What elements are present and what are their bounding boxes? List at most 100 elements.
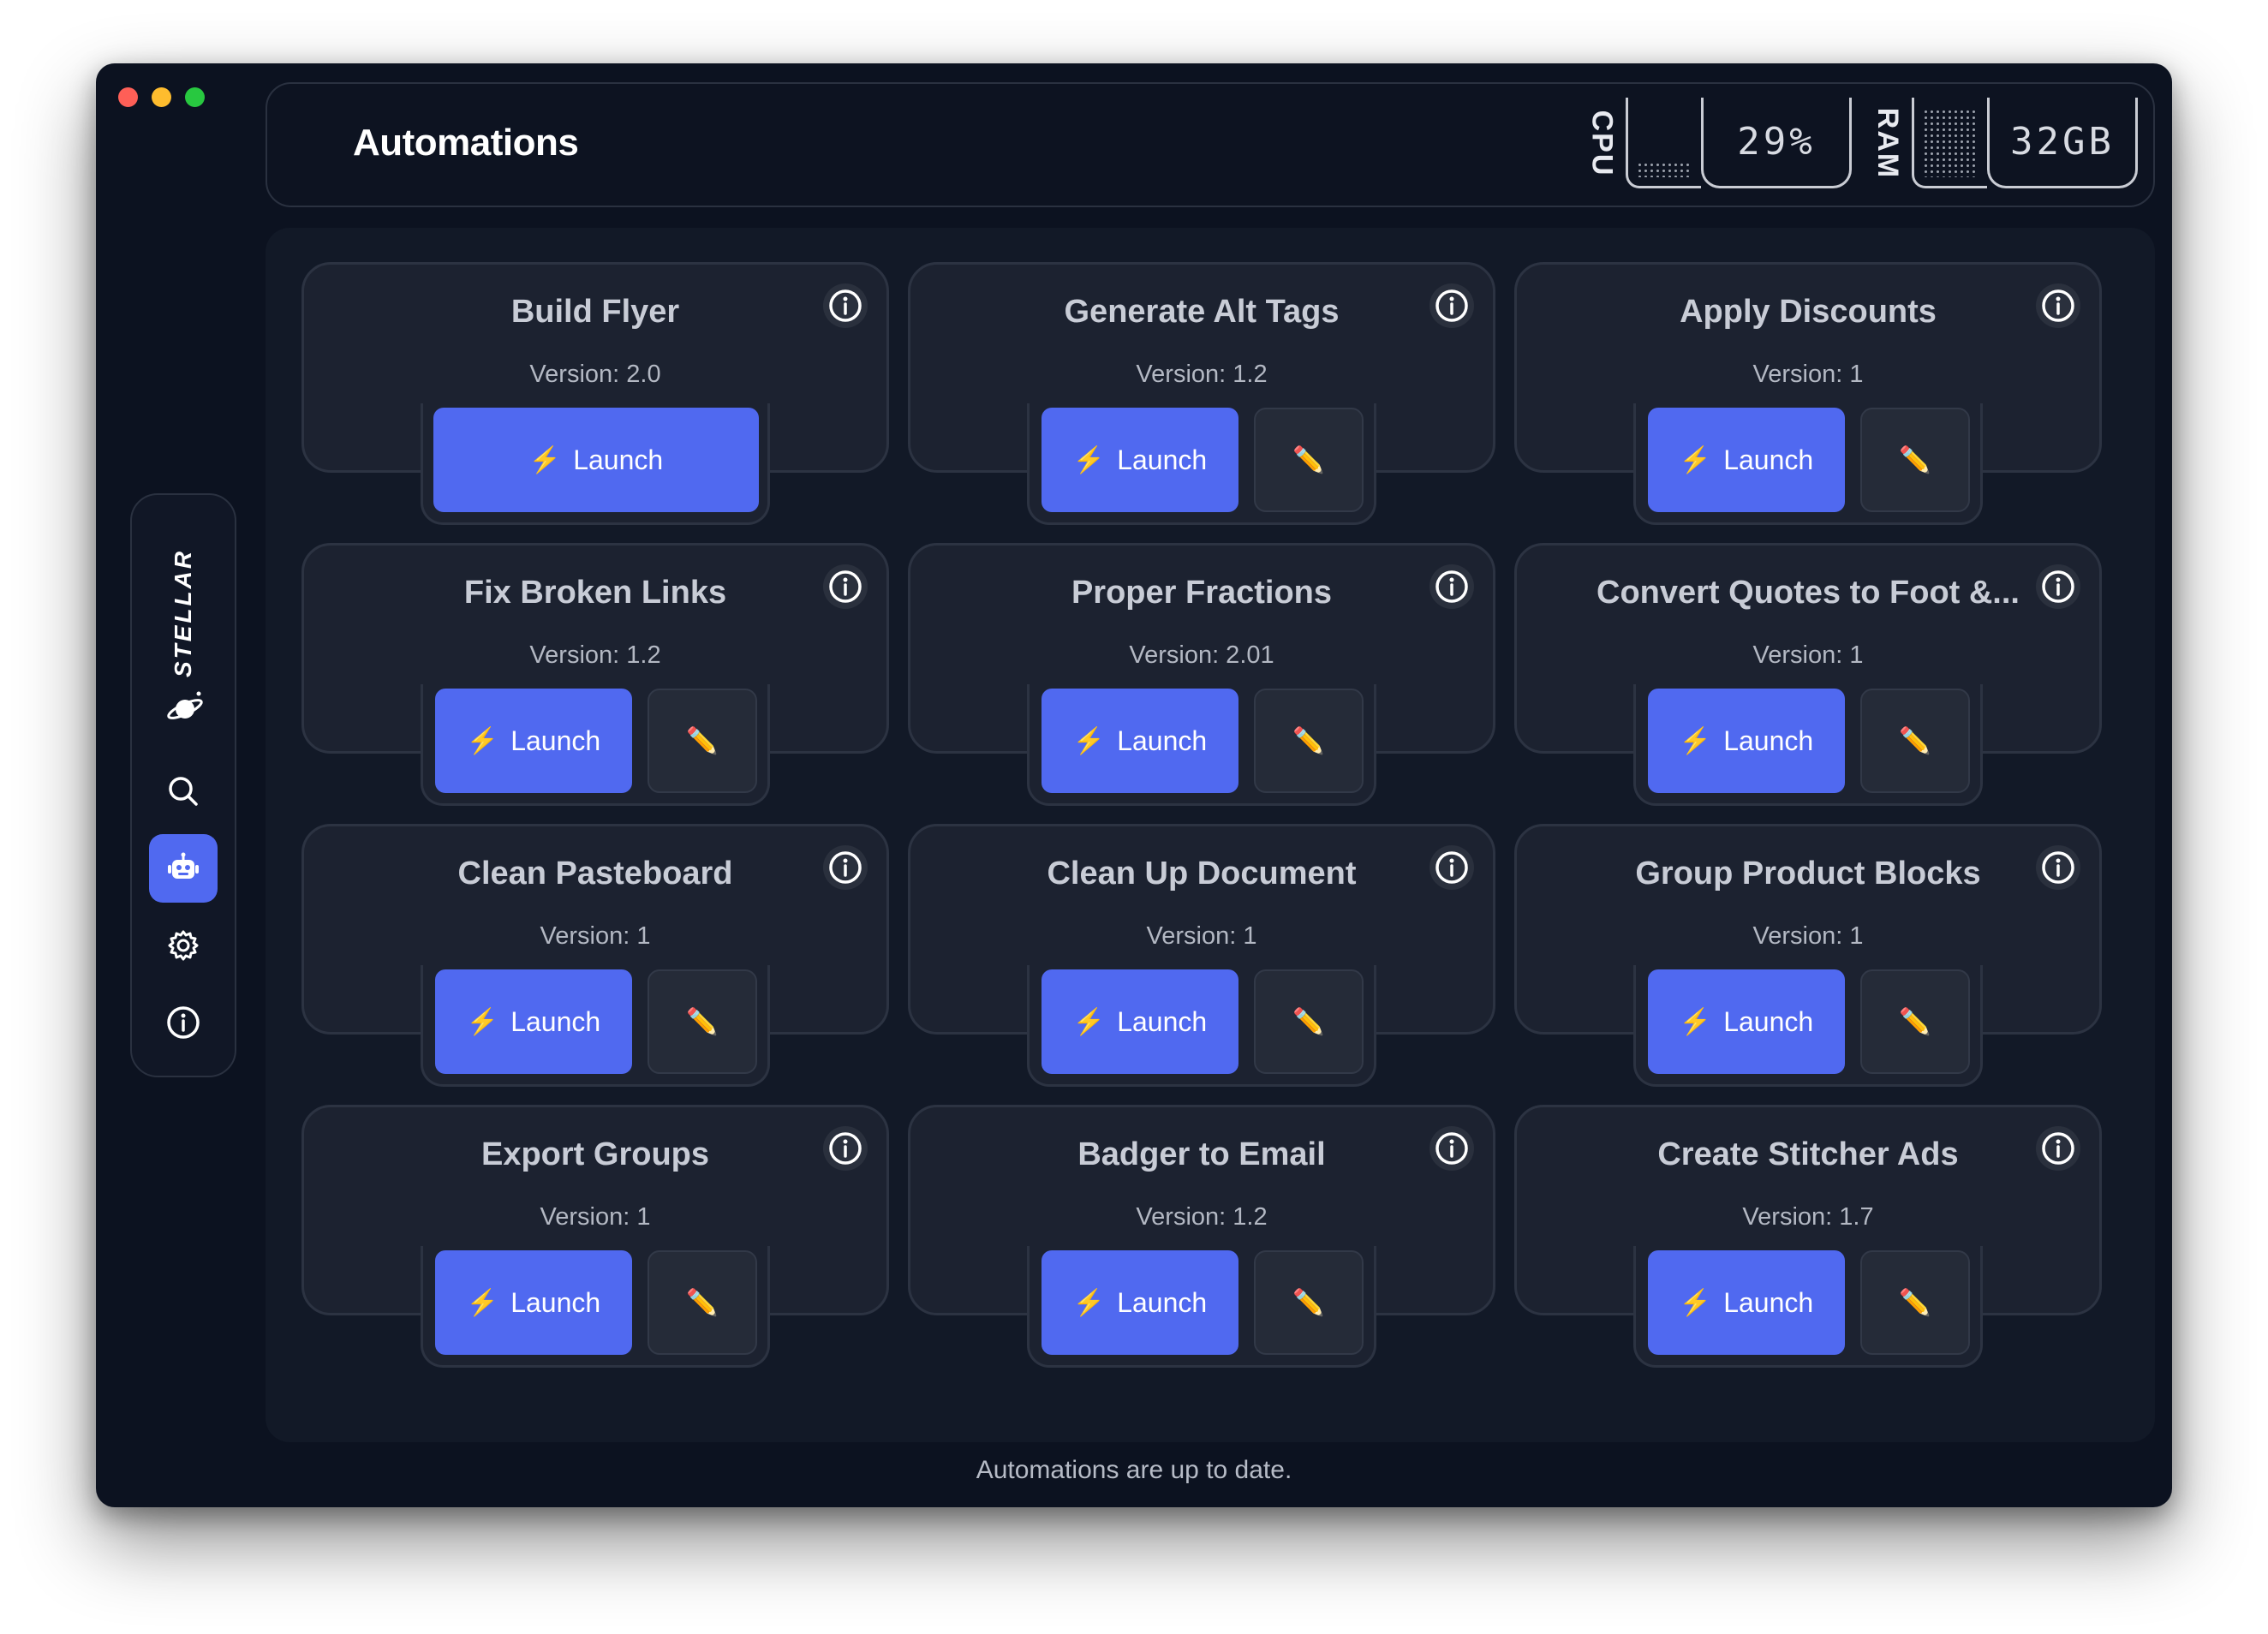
automation-version: Version: 1 xyxy=(1752,922,1864,950)
edit-button[interactable]: ✏️ xyxy=(1860,689,1970,793)
automation-title: Clean Pasteboard xyxy=(457,856,733,892)
page-title: Automations xyxy=(353,122,579,164)
pencil-icon: ✏️ xyxy=(1899,726,1931,755)
info-icon xyxy=(2042,1132,2074,1165)
ram-label: RAM xyxy=(1871,107,1905,179)
info-icon xyxy=(829,570,862,603)
automation-title: Generate Alt Tags xyxy=(1064,294,1340,330)
automation-title: Create Stitcher Ads xyxy=(1657,1136,1959,1172)
info-icon xyxy=(1435,289,1468,322)
automation-version: Version: 1.2 xyxy=(1136,1203,1268,1231)
bolt-icon: ⚡ xyxy=(1679,726,1712,755)
info-icon xyxy=(1435,570,1468,603)
automation-info-button[interactable] xyxy=(823,283,868,328)
pencil-icon: ✏️ xyxy=(686,726,719,755)
info-icon xyxy=(2042,289,2074,322)
edit-button[interactable]: ✏️ xyxy=(1860,408,1970,512)
ram-graph xyxy=(1912,98,1987,188)
app-window: Automations CPU 29% RAM 32GB STELLAR Bui… xyxy=(96,63,2172,1507)
edit-button[interactable]: ✏️ xyxy=(1860,1250,1970,1355)
pencil-icon: ✏️ xyxy=(686,1007,719,1036)
automation-info-button[interactable] xyxy=(1429,564,1474,609)
cpu-graph xyxy=(1626,98,1701,188)
automation-info-button[interactable] xyxy=(823,564,868,609)
launch-label: Launch xyxy=(1117,444,1208,475)
window-controls xyxy=(118,87,205,107)
automation-title: Proper Fractions xyxy=(1071,575,1333,611)
automation-info-button[interactable] xyxy=(1429,1126,1474,1171)
launch-button[interactable]: ⚡ Launch xyxy=(435,1250,632,1355)
launch-label: Launch xyxy=(510,725,601,756)
edit-button[interactable]: ✏️ xyxy=(1254,689,1364,793)
zoom-window-button[interactable] xyxy=(185,87,205,107)
bolt-icon: ⚡ xyxy=(466,1007,499,1036)
edit-button[interactable]: ✏️ xyxy=(1254,1250,1364,1355)
launch-button[interactable]: ⚡ Launch xyxy=(1041,1250,1238,1355)
launch-label: Launch xyxy=(1723,444,1814,475)
launch-label: Launch xyxy=(1117,725,1208,756)
automation-title: Build Flyer xyxy=(510,294,680,330)
bolt-icon: ⚡ xyxy=(1072,1288,1106,1317)
automation-version: Version: 1 xyxy=(1146,922,1257,950)
pencil-icon: ✏️ xyxy=(1292,1288,1325,1317)
gear-icon xyxy=(168,930,199,961)
bolt-icon: ⚡ xyxy=(466,1288,499,1317)
pencil-icon: ✏️ xyxy=(1292,726,1325,755)
launch-button[interactable]: ⚡ Launch xyxy=(433,408,759,512)
automation-version: Version: 1.7 xyxy=(1742,1203,1874,1231)
edit-button[interactable]: ✏️ xyxy=(1254,408,1364,512)
launch-button[interactable]: ⚡ Launch xyxy=(435,689,632,793)
launch-button[interactable]: ⚡ Launch xyxy=(1041,689,1238,793)
info-icon xyxy=(1435,851,1468,884)
edit-button[interactable]: ✏️ xyxy=(1254,969,1364,1074)
sidebar-item-info[interactable] xyxy=(149,988,218,1057)
bolt-icon: ⚡ xyxy=(528,445,562,474)
edit-button[interactable]: ✏️ xyxy=(648,969,757,1074)
automation-version: Version: 2.01 xyxy=(1129,641,1274,669)
automation-version: Version: 1.2 xyxy=(529,641,661,669)
brand-logo: STELLAR xyxy=(170,548,197,678)
launch-button[interactable]: ⚡ Launch xyxy=(1648,1250,1845,1355)
launch-button[interactable]: ⚡ Launch xyxy=(1648,689,1845,793)
edit-button[interactable]: ✏️ xyxy=(648,1250,757,1355)
automation-version: Version: 1 xyxy=(1752,641,1864,669)
minimize-window-button[interactable] xyxy=(152,87,171,107)
launch-button[interactable]: ⚡ Launch xyxy=(1041,408,1238,512)
launch-label: Launch xyxy=(1117,1005,1208,1037)
close-window-button[interactable] xyxy=(118,87,138,107)
automation-info-button[interactable] xyxy=(2036,564,2080,609)
launch-label: Launch xyxy=(1723,1286,1814,1318)
info-icon xyxy=(2042,570,2074,603)
launch-button[interactable]: ⚡ Launch xyxy=(1648,408,1845,512)
automation-version: Version: 2.0 xyxy=(529,361,661,388)
automation-title: Convert Quotes to Foot &... xyxy=(1597,575,2020,611)
automation-info-button[interactable] xyxy=(1429,845,1474,890)
pencil-icon: ✏️ xyxy=(1899,1007,1931,1036)
launch-button[interactable]: ⚡ Launch xyxy=(1041,969,1238,1074)
automation-info-button[interactable] xyxy=(2036,1126,2080,1171)
info-icon xyxy=(829,851,862,884)
launch-button[interactable]: ⚡ Launch xyxy=(435,969,632,1074)
launch-label: Launch xyxy=(510,1286,601,1318)
info-icon xyxy=(829,1132,862,1165)
launch-label: Launch xyxy=(1723,725,1814,756)
automation-info-button[interactable] xyxy=(1429,283,1474,328)
bolt-icon: ⚡ xyxy=(1679,445,1712,474)
sidebar-item-automations[interactable] xyxy=(149,834,218,903)
launch-button[interactable]: ⚡ Launch xyxy=(1648,969,1845,1074)
status-text: Automations are up to date. xyxy=(976,1456,1292,1484)
automation-title: Badger to Email xyxy=(1077,1136,1326,1172)
edit-button[interactable]: ✏️ xyxy=(648,689,757,793)
automation-info-button[interactable] xyxy=(2036,845,2080,890)
planet-logo-icon xyxy=(167,691,203,719)
cpu-value: 29% xyxy=(1701,98,1852,188)
sidebar-item-settings[interactable] xyxy=(149,911,218,980)
automation-info-button[interactable] xyxy=(823,845,868,890)
automation-info-button[interactable] xyxy=(2036,283,2080,328)
automation-info-button[interactable] xyxy=(823,1126,868,1171)
edit-button[interactable]: ✏️ xyxy=(1860,969,1970,1074)
cpu-label: CPU xyxy=(1585,110,1619,176)
info-icon xyxy=(167,1006,200,1039)
automations-grid: Build Flyer Version: 2.0 ⚡ Launch Generate A… xyxy=(266,228,2155,1442)
sidebar-item-search[interactable] xyxy=(149,757,218,826)
